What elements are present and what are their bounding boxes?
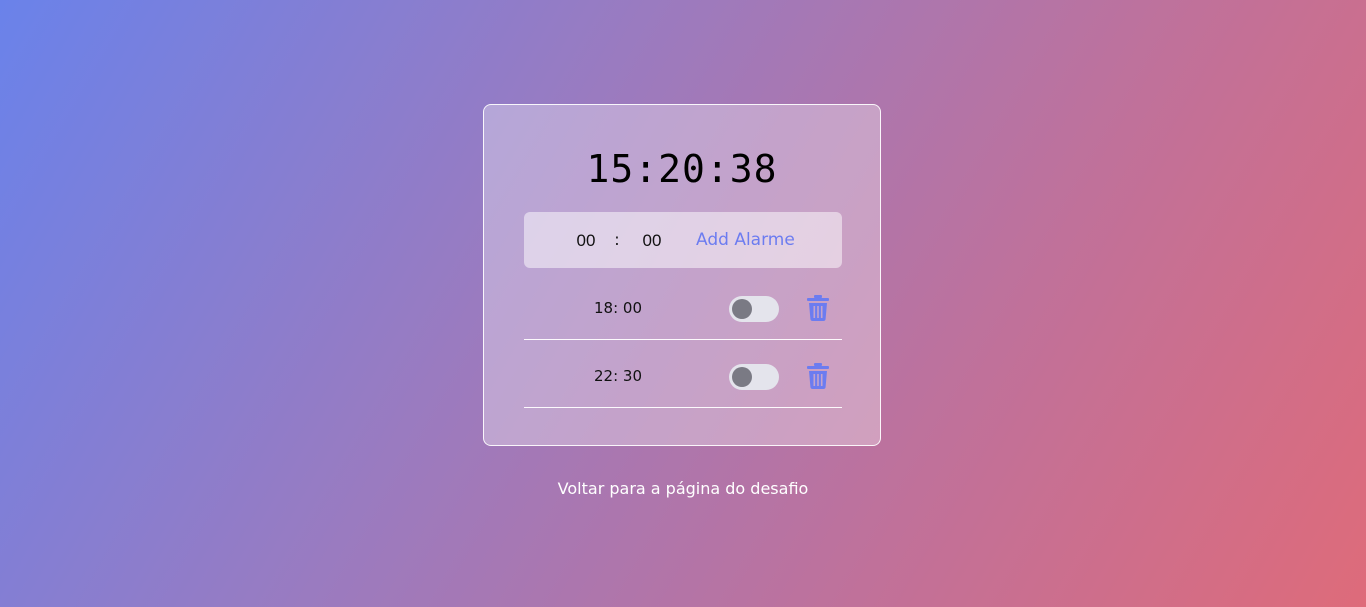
toggle-knob xyxy=(732,367,752,387)
alarm-time: 22: 30 xyxy=(594,367,642,385)
trash-icon[interactable] xyxy=(807,363,829,389)
alarm-toggle[interactable] xyxy=(729,364,779,390)
alarm-card: 15:20:38 : Add Alarme 18: 00 22: 30 xyxy=(483,104,881,446)
current-time-display: 15:20:38 xyxy=(586,147,778,191)
add-alarm-bar: : Add Alarme xyxy=(524,212,842,270)
toggle-knob xyxy=(732,299,752,319)
time-separator: : xyxy=(614,230,620,249)
alarm-time: 18: 00 xyxy=(594,299,642,317)
alarm-toggle[interactable] xyxy=(729,296,779,322)
back-to-challenge-link[interactable]: Voltar para a página do desafio xyxy=(0,479,1366,498)
minute-input[interactable] xyxy=(630,212,674,270)
hour-input[interactable] xyxy=(564,212,608,270)
alarm-item: 18: 00 xyxy=(524,277,842,340)
add-alarm-button[interactable]: Add Alarme xyxy=(696,212,795,268)
alarm-item: 22: 30 xyxy=(524,345,842,408)
trash-icon[interactable] xyxy=(807,295,829,321)
